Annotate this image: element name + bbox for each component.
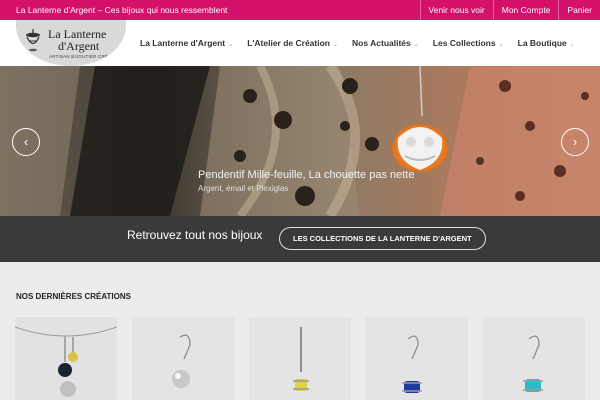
nav-label: Nos Actualités [352, 38, 411, 48]
lantern-icon [26, 29, 40, 52]
my-account-link[interactable]: Mon Compte [492, 0, 559, 20]
visit-us-link[interactable]: Venir nous voir [419, 0, 493, 20]
product-image [249, 317, 351, 400]
chevron-down-icon: ⌄ [228, 42, 234, 48]
logo-line-3: ARTISAN BIJOUTIER CRÉATEUR [49, 54, 125, 59]
section-title: NOS DERNIÈRES CRÉATIONS [16, 292, 131, 301]
nav-item-collections[interactable]: Les Collections ⌄ [433, 38, 504, 48]
nav-item-boutique[interactable]: La Boutique ⌄ [518, 38, 575, 48]
cart-link[interactable]: Panier [558, 0, 600, 20]
product-grid [0, 317, 600, 400]
product-card[interactable] [366, 317, 468, 400]
product-image [483, 317, 585, 400]
chevron-down-icon: ⌄ [332, 42, 339, 48]
main-nav: La Lanterne d'Argent ⌄ L'Atelier de Créat… [140, 20, 589, 66]
slide-title: Pendentif Mille-feuille, La chouette pas… [198, 169, 415, 181]
cta-text: Retrouvez tout nos bijoux [127, 228, 263, 242]
nav-item-actualites[interactable]: Nos Actualités ⌄ [352, 38, 419, 48]
product-card[interactable] [132, 317, 234, 400]
chevron-down-icon: ⌄ [413, 42, 419, 48]
top-bar: La Lanterne d'Argent – Ces bijoux qui no… [0, 0, 600, 20]
chevron-down-icon: ⌄ [498, 42, 504, 48]
nav-label: Les Collections [432, 38, 496, 48]
top-links: Venir nous voir Mon Compte Panier [419, 0, 600, 20]
product-card[interactable] [249, 317, 351, 400]
product-image [15, 317, 117, 400]
chevron-right-icon: › [572, 134, 578, 149]
nav-label: La Lanterne d'Argent [140, 38, 226, 48]
nav-item-atelier[interactable]: L'Atelier de Création ⌄ [247, 38, 338, 48]
chevron-down-icon: ⌄ [569, 42, 575, 48]
product-image [132, 317, 234, 400]
collections-button[interactable]: LES COLLECTIONS DE LA LANTERNE D'ARGENT [279, 227, 486, 250]
product-card[interactable] [483, 317, 585, 400]
cta-band: Retrouvez tout nos bijoux LES COLLECTION… [0, 216, 600, 262]
nav-label: La Boutique [517, 38, 567, 48]
hero-image [0, 66, 600, 216]
chevron-left-icon: ‹ [23, 134, 29, 149]
nav-label: L'Atelier de Création [247, 38, 330, 48]
site-logo[interactable]: La Lanterne d'Argent ARTISAN BIJOUTIER C… [16, 20, 126, 66]
hero-slider: ‹ › Pendentif Mille-feuille, La chouette… [0, 66, 600, 216]
nav-item-la-lanterne[interactable]: La Lanterne d'Argent ⌄ [140, 38, 233, 48]
site-tagline: La Lanterne d'Argent – Ces bijoux qui no… [16, 5, 228, 15]
logo-line-2: d'Argent [58, 39, 100, 53]
product-card[interactable] [15, 317, 117, 400]
site-header: La Lanterne d'Argent ARTISAN BIJOUTIER C… [0, 20, 600, 66]
slider-prev-button[interactable]: ‹ [12, 128, 40, 156]
slide-subtitle: Argent, émail et Plexiglas [198, 184, 289, 193]
slider-next-button[interactable]: › [561, 128, 589, 156]
product-image [366, 317, 468, 400]
